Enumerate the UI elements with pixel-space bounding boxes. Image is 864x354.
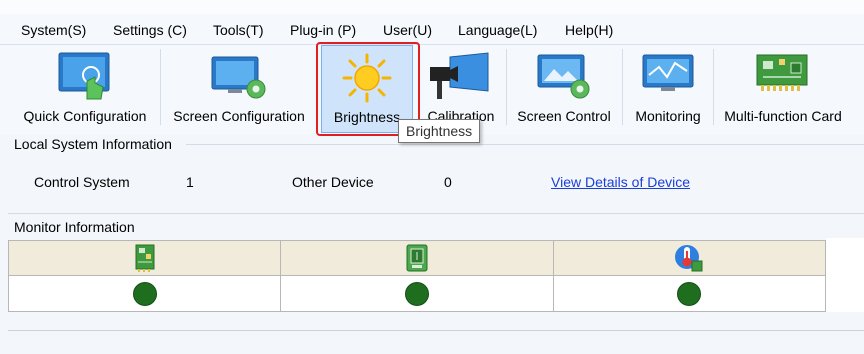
circuit-board-icon [755,51,809,100]
monitor-status-cell [7,275,282,312]
toolbar-divider [506,49,507,125]
quick-configuration-icon [57,51,113,106]
panel-background [826,238,864,312]
monitor-column-temperature [552,240,827,276]
control-system-label: Control System [34,174,130,190]
group-divider [186,144,864,145]
menu-plugin[interactable]: Plug-in (P) [290,22,356,38]
toolbar-divider [160,49,161,125]
status-indicator [677,281,702,306]
screen-configuration-icon [210,51,268,104]
monitor-info-title: Monitor Information [14,219,135,235]
monitor-status-cell [552,275,827,312]
other-device-value: 0 [444,174,452,190]
group-divider [8,213,864,214]
local-system-title: Local System Information [14,136,172,152]
screen-configuration-button[interactable]: Screen Configuration [166,45,312,133]
monitor-column-card [7,240,282,276]
status-indicator [132,281,157,306]
monitor-status-row [7,275,827,312]
bottom-divider [8,330,864,331]
multi-function-card-label: Multi-function Card [724,108,842,124]
screen-configuration-label: Screen Configuration [173,108,305,124]
monitoring-button[interactable]: Monitoring [627,45,709,133]
quick-configuration-label: Quick Configuration [23,108,147,124]
brightness-tooltip: Brightness [398,119,481,143]
screen-control-label: Screen Control [517,108,611,124]
quick-configuration-button[interactable]: Quick Configuration [16,45,154,133]
monitoring-label: Monitoring [635,108,701,124]
other-device-label: Other Device [292,174,374,190]
screen-control-button[interactable]: Screen Control [510,45,618,133]
monitoring-icon [641,51,695,100]
card-icon [135,244,155,272]
sun-icon [341,52,393,107]
menu-help[interactable]: Help(H) [565,22,613,38]
monitor-status-cell [280,275,554,312]
view-details-link[interactable]: View Details of Device [551,174,690,190]
control-system-value: 1 [186,174,194,190]
menu-settings[interactable]: Settings (C) [113,22,187,38]
multi-function-card-button[interactable]: Multi-function Card [717,45,849,133]
menu-tools[interactable]: Tools(T) [213,22,264,38]
toolbar-divider [316,49,317,125]
status-indicator [404,281,429,306]
toolbar-divider [713,49,714,125]
screen-control-icon [536,51,592,104]
menu-system[interactable]: System(S) [21,22,86,38]
menu-user[interactable]: User(U) [383,22,432,38]
menu-bar: System(S) Settings (C) Tools(T) Plug-in … [0,14,864,45]
toolbar-divider [622,49,623,125]
top-strip [0,0,864,14]
calibration-camera-icon [428,51,490,106]
menu-language[interactable]: Language(L) [458,22,537,38]
chip-icon [406,244,428,272]
monitor-table [7,240,827,312]
thermometer-icon [674,245,704,272]
monitor-header-row [7,240,827,276]
monitor-column-chip [280,240,554,276]
